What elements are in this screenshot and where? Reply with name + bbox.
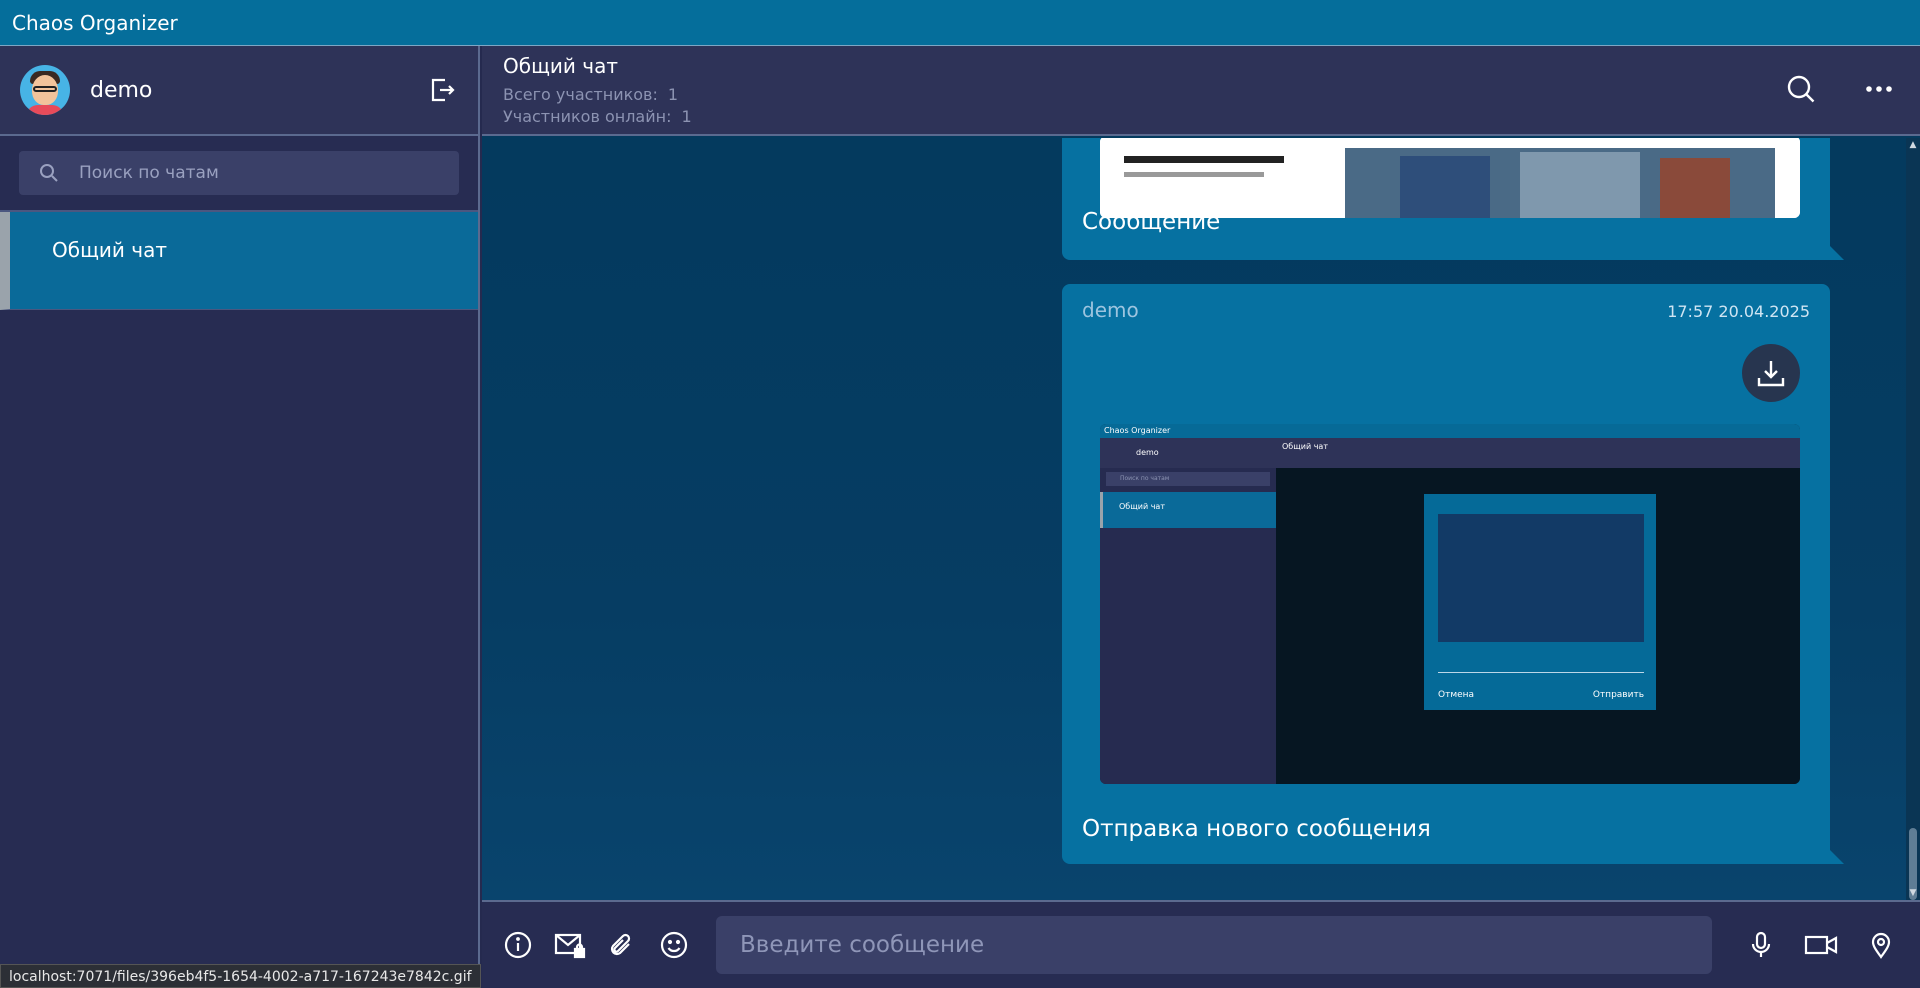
image-attachment[interactable] [1100,138,1800,218]
message-text: Отправка нового сообщения [1082,816,1431,842]
search-icon[interactable] [1786,74,1816,104]
browser-status-url: localhost:7071/files/396eb4f5-1654-4002-… [0,964,481,988]
chat-search-input[interactable] [79,163,439,183]
message-bubble: demo 17:57 20.04.2025 Chaos Organizer de… [1062,284,1844,864]
encrypted-mail-button[interactable] [554,929,586,961]
message-author: demo [1082,298,1139,322]
video-camera-icon[interactable] [1804,930,1838,960]
message-composer [482,900,1920,988]
message-scrollbar[interactable]: ▲ ▼ [1906,138,1920,900]
preview-chat-item: Общий чат [1100,492,1276,528]
chat-item-label: Общий чат [52,238,167,262]
preview-chat-title: Общий чат [1276,438,1800,468]
chat-meta: Всего участников: 1 Участников онлайн: 1 [503,84,1899,128]
preview-search: Поиск по чатам [1106,472,1270,486]
download-icon [1757,361,1785,387]
info-button[interactable] [502,929,534,961]
gif-attachment[interactable]: Chaos Organizer demo Поиск по чатам Общи… [1100,424,1800,784]
message-input[interactable] [716,916,1712,974]
message-timestamp: 17:57 20.04.2025 [1667,302,1810,321]
chat-title: Общий чат [503,54,618,78]
user-header: demo [0,46,478,136]
online-members-label: Участников онлайн: [503,107,672,126]
chat-header-actions [1786,74,1894,104]
news-image [1100,138,1800,218]
message-bubble: Сообщение [1062,138,1844,260]
chat-search-area [0,136,478,212]
avatar [20,65,70,115]
app-title-bar: Chaos Organizer [0,0,1920,46]
total-members-label: Всего участников: [503,85,658,104]
composer-media-actions [1746,930,1896,960]
total-members-value: 1 [667,85,679,104]
preview-title: Chaos Organizer [1100,424,1800,438]
paperclip-icon [610,933,631,956]
mail-lock-icon [554,933,586,959]
preview-sidebar: demo Поиск по чатам Общий чат [1100,438,1276,784]
chat-search-box[interactable] [19,151,459,195]
app-title: Chaos Organizer [12,10,178,35]
chat-header: Общий чат Всего участников: 1 Участников … [482,46,1920,136]
message-list[interactable]: Сообщение demo 17:57 20.04.2025 Chaos Or… [482,138,1920,900]
search-icon [40,164,58,182]
download-button[interactable] [1742,344,1800,402]
logout-button[interactable] [426,74,458,106]
message-text: Сообщение [1082,209,1221,235]
preview-dialog: Отмена Отправить [1424,494,1656,710]
location-pin-icon[interactable] [1866,930,1896,960]
preview-send: Отправить [1592,690,1644,700]
microphone-icon[interactable] [1746,930,1776,960]
chat-panel: Общий чат Всего участников: 1 Участников … [482,46,1920,988]
more-options-icon[interactable] [1864,74,1894,104]
logout-icon [431,78,455,102]
emoji-button[interactable] [658,929,690,961]
preview-username: demo [1100,438,1276,468]
scroll-up-arrow[interactable]: ▲ [1908,140,1918,150]
online-members-value: 1 [681,107,692,126]
preview-main: Общий чат Отмена Отправить [1276,438,1800,784]
sidebar-item-general-chat[interactable]: Общий чат [0,212,478,310]
attach-button[interactable] [606,929,638,961]
info-icon [504,931,532,959]
preview-cancel: Отмена [1438,690,1475,700]
sidebar: demo Общий чат [0,46,480,988]
emoji-icon [660,931,688,959]
username: demo [90,77,153,103]
scroll-down-arrow[interactable]: ▼ [1908,888,1918,898]
